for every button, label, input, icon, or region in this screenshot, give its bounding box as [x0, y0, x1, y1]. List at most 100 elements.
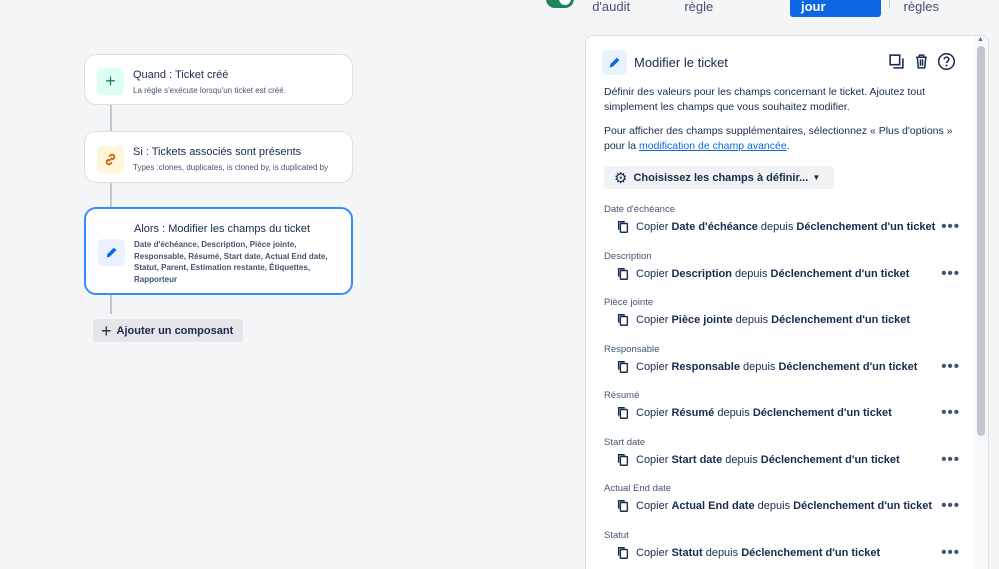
from-word: depuis — [725, 453, 758, 466]
source-name: Déclenchement d'un ticket — [771, 314, 911, 326]
copy-icon — [617, 546, 629, 559]
field-copy-value[interactable]: Copier Pièce jointe depuis Déclenchement… — [616, 313, 910, 327]
fields-list: Date d'échéance Copier Date d'échéance d… — [604, 204, 962, 569]
pencil-icon — [602, 50, 627, 75]
field-row: Description Copier Description depuis Dé… — [604, 251, 962, 298]
field-name: Start date — [671, 453, 723, 466]
top-toolbar: Journal d'audit Détails de la règle Mett… — [540, 0, 999, 17]
source-name: Déclenchement d'un ticket — [778, 360, 918, 373]
pencil-icon — [98, 239, 125, 266]
more-options-icon[interactable]: ••• — [941, 544, 960, 561]
add-component-label: Ajouter un composant — [116, 324, 234, 337]
field-row: Actual End date Copier Actual End date d… — [604, 483, 962, 530]
field-label: Actual End date — [604, 483, 672, 494]
source-name: Déclenchement d'un ticket — [770, 267, 910, 280]
copy-word: Copier — [636, 360, 669, 373]
more-options-icon[interactable]: ••• — [941, 218, 960, 235]
more-options-icon[interactable]: ••• — [941, 265, 960, 282]
trigger-subtitle: La règle s'exécute lorsqu'un ticket est … — [133, 86, 286, 95]
copy-word: Copier — [636, 267, 669, 280]
copy-icon — [617, 360, 629, 373]
from-word: depuis — [735, 314, 769, 326]
source-name: Déclenchement d'un ticket — [793, 500, 933, 512]
scrollbar-thumb[interactable] — [977, 46, 985, 436]
update-button[interactable]: Mettre à jour — [789, 0, 881, 17]
rule-details-link[interactable]: Détails de la règle — [684, 0, 776, 14]
copy-icon — [617, 314, 629, 326]
source-name: Déclenchement d'un ticket — [760, 453, 900, 466]
panel-header: Modifier le ticket — [602, 50, 728, 75]
field-row: Start date Copier Start date depuis Décl… — [604, 437, 962, 484]
field-copy-value[interactable]: Copier Actual End date depuis Déclenchem… — [616, 499, 932, 513]
choose-fields-dropdown[interactable]: ⚙ Choisissez les champs à définir... ▼ — [604, 166, 835, 189]
advanced-text-end: . — [786, 140, 790, 152]
field-copy-value[interactable]: Copier Résumé depuis Déclenchement d'un … — [616, 406, 892, 420]
trash-icon[interactable] — [911, 51, 931, 71]
copy-icon — [617, 407, 629, 419]
source-name: Déclenchement d'un ticket — [796, 221, 936, 233]
copy-word: Copier — [636, 453, 669, 466]
gear-icon: ⚙ — [614, 169, 628, 187]
trigger-card[interactable]: + Quand : Ticket créé La règle s'exécute… — [84, 54, 353, 105]
field-name: Actual End date — [671, 500, 755, 512]
field-copy-value[interactable]: Copier Start date depuis Déclenchement d… — [616, 453, 900, 467]
action-title: Alors : Modifier les champs du ticket — [134, 223, 311, 235]
copy-word: Copier — [636, 314, 669, 326]
field-label: Résumé — [604, 390, 640, 401]
plus-icon: + — [97, 68, 124, 95]
field-copy-value[interactable]: Copier Description depuis Déclenchement … — [616, 267, 909, 281]
audit-log-link[interactable]: Journal d'audit — [592, 0, 666, 14]
more-options-icon[interactable]: ••• — [941, 404, 960, 421]
advanced-edit-link[interactable]: modification de champ avancée — [639, 140, 787, 152]
more-options-icon[interactable]: ••• — [941, 497, 960, 514]
field-copy-value[interactable]: Copier Responsable depuis Déclenchement … — [616, 360, 917, 374]
field-label: Start date — [604, 436, 646, 448]
copy-icon — [617, 453, 629, 466]
condition-title: Si : Tickets associés sont présents — [133, 146, 302, 158]
field-name: Description — [671, 267, 732, 280]
copy-word: Copier — [636, 407, 669, 419]
copy-icon — [617, 500, 629, 512]
field-name: Pièce jointe — [671, 314, 733, 326]
from-word: depuis — [743, 360, 776, 373]
panel-description-advanced: Pour afficher des champs supplémentaires… — [604, 124, 954, 154]
copy-icon — [617, 221, 629, 233]
field-row: Statut Copier Statut depuis Déclenchemen… — [604, 530, 962, 569]
condition-card[interactable]: Si : Tickets associés sont présents Type… — [84, 131, 353, 183]
copy-word: Copier — [636, 221, 669, 233]
help-icon[interactable] — [936, 51, 956, 71]
toolbar-divider — [888, 0, 890, 8]
field-row: Résumé Copier Résumé depuis Déclenchemen… — [604, 390, 962, 437]
field-name: Responsable — [671, 360, 740, 373]
panel-scrollbar[interactable]: ▲ — [974, 36, 988, 569]
trigger-title: Quand : Ticket créé — [133, 69, 229, 81]
field-row: Pièce jointe Copier Pièce jointe depuis … — [604, 297, 962, 344]
field-label: Pièce jointe — [604, 297, 654, 308]
from-word: depuis — [757, 500, 791, 512]
field-copy-value[interactable]: Copier Statut depuis Déclenchement d'un … — [616, 546, 880, 560]
back-to-rules-link[interactable]: Revenir aux règles — [904, 0, 999, 14]
duplicate-icon[interactable] — [886, 51, 906, 71]
field-row: Responsable Copier Responsable depuis Dé… — [604, 344, 962, 391]
source-name: Déclenchement d'un ticket — [741, 546, 881, 559]
more-options-icon[interactable]: ••• — [941, 358, 960, 375]
field-copy-value[interactable]: Copier Date d'échéance depuis Déclenchem… — [616, 220, 935, 234]
source-name: Déclenchement d'un ticket — [752, 407, 892, 419]
plus-icon: + — [101, 320, 112, 341]
field-label: Responsable — [604, 343, 660, 355]
panel-description: Définir des valeurs pour les champs conc… — [604, 86, 925, 113]
field-row: Date d'échéance Copier Date d'échéance d… — [604, 204, 962, 251]
field-label: Statut — [604, 529, 629, 541]
from-word: depuis — [717, 407, 750, 419]
more-options-icon[interactable]: ••• — [941, 451, 960, 468]
field-name: Date d'échéance — [671, 221, 758, 233]
action-card[interactable]: Alors : Modifier les champs du ticket Da… — [84, 207, 353, 295]
field-name: Résumé — [671, 407, 715, 419]
chevron-down-icon: ▼ — [812, 173, 821, 182]
edit-ticket-panel: Modifier le ticket Définir des valeurs p… — [585, 35, 989, 569]
rule-enabled-toggle[interactable] — [546, 0, 575, 8]
scroll-up-icon[interactable]: ▲ — [977, 36, 984, 43]
link-icon — [97, 146, 124, 173]
panel-tools — [886, 51, 956, 71]
add-component-button[interactable]: + Ajouter un composant — [93, 319, 244, 342]
